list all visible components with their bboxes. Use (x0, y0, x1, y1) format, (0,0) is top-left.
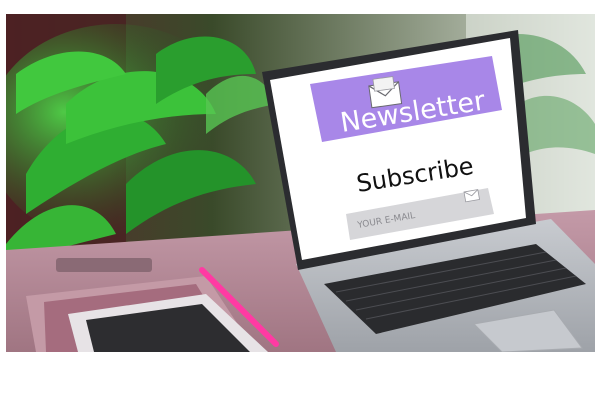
newsletter-photo: Newsletter Subscribe YOUR E-MAIL (6, 14, 595, 352)
mail-icon (463, 189, 480, 203)
